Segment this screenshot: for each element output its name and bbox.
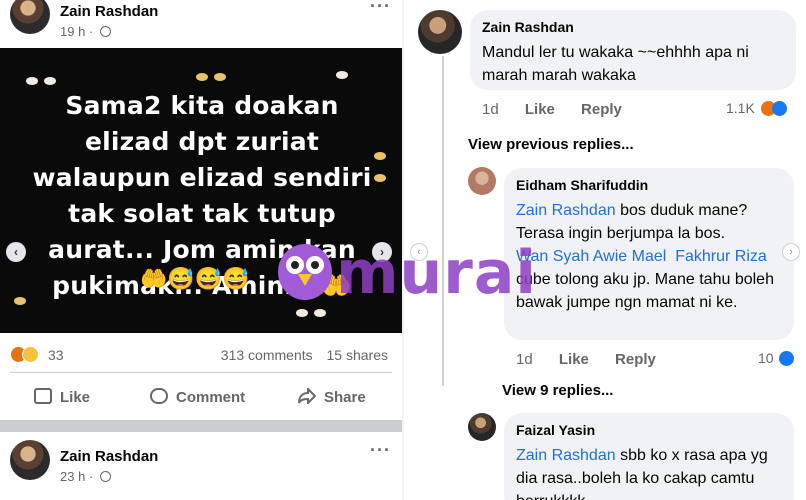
reaction-count[interactable]: 33: [48, 347, 64, 363]
commenter-avatar[interactable]: [418, 10, 462, 54]
comment-text-part: cube tolong aku jp. Mane tahu boleh bawa…: [516, 271, 774, 311]
haha-reaction-icon: [22, 346, 39, 363]
share-count[interactable]: 15 shares: [327, 347, 388, 363]
author-name[interactable]: Zain Rashdan: [60, 448, 158, 465]
comment-reactions[interactable]: 10: [758, 350, 795, 366]
post-time-label: 19 h ·: [60, 24, 94, 39]
mention-link[interactable]: Zain Rashdan: [516, 202, 616, 219]
comment-share-counts: 313 comments 15 shares: [221, 347, 388, 363]
bird-beak: [298, 274, 312, 286]
comment-bubble: Zain Rashdan Mandul ler tu wakaka ~~ehhh…: [470, 10, 796, 90]
eyes-emoji-icon: [336, 66, 354, 84]
comment-time[interactable]: 1d: [516, 351, 533, 368]
comment-bubble: Eidham Sharifuddin Zain Rashdan bos dudu…: [504, 168, 794, 340]
comment-label: Comment: [176, 389, 246, 406]
commenter-name[interactable]: Eidham Sharifuddin: [516, 177, 782, 193]
murai-watermark: murai: [278, 238, 536, 314]
comment-text: Mandul ler tu wakaka ~~ehhhh apa ni mara…: [482, 44, 749, 84]
mention-link[interactable]: Fakhrur Riza: [675, 248, 767, 265]
globe-icon: [99, 471, 111, 482]
post-time[interactable]: 23 h ·: [60, 469, 111, 484]
comment-text: Zain Rashdan bos duduk mane? Terasa ingi…: [516, 199, 782, 314]
post-header: Zain Rashdan 23 h · ···: [0, 436, 402, 484]
post-separator: [0, 420, 402, 432]
comment-reply-button[interactable]: Reply: [615, 351, 656, 368]
comment-reaction-count: 10: [758, 350, 774, 366]
divider: [10, 372, 392, 373]
post-actions: Like Comment Share: [0, 378, 402, 418]
globe-icon: [99, 26, 111, 37]
like-label: Like: [60, 389, 91, 406]
post-stats: 33 313 comments 15 shares: [0, 340, 402, 368]
mention-link[interactable]: Zain Rashdan: [516, 447, 616, 464]
commenter-name[interactable]: Zain Rashdan: [482, 19, 784, 35]
comment-reply-button[interactable]: Reply: [581, 101, 622, 118]
author-name[interactable]: Zain Rashdan: [60, 3, 158, 20]
share-button[interactable]: Share: [298, 386, 366, 406]
like-button[interactable]: Like: [34, 388, 90, 406]
prev-arrow-icon[interactable]: ‹: [6, 242, 26, 262]
view-more-replies-link[interactable]: View 9 replies...: [502, 382, 613, 399]
bird-logo-icon: [278, 244, 332, 300]
comment-like-button[interactable]: Like: [525, 101, 555, 118]
thumbs-up-icon: [34, 388, 52, 404]
emoji-row: 🤲😅😅😅: [140, 266, 250, 291]
watermark-text: murai: [336, 238, 537, 308]
comment-reaction-count: 1.1K: [726, 100, 755, 116]
more-options-icon[interactable]: ···: [370, 0, 391, 17]
comment-bubble: Faizal Yasin Zain Rashdan sbb ko x rasa …: [504, 413, 794, 500]
post-time-label: 23 h ·: [60, 469, 94, 484]
comment-icon: [150, 388, 168, 404]
comment-like-button[interactable]: Like: [559, 351, 589, 368]
comment-text: Zain Rashdan sbb ko x rasa apa yg dia ra…: [516, 444, 782, 500]
bird-eye: [306, 256, 324, 274]
comment-actions: 1d Like Reply: [516, 351, 678, 368]
eyes-emoji-icon: [196, 68, 232, 86]
share-label: Share: [324, 389, 366, 406]
post-header: Zain Rashdan 19 h · ···: [0, 0, 402, 46]
like-reaction-icon: [771, 101, 787, 116]
bird-eye: [286, 256, 304, 274]
comment-reactions[interactable]: 1.1K: [726, 100, 787, 116]
commenter-avatar[interactable]: [468, 167, 496, 195]
comment-time[interactable]: 1d: [482, 101, 499, 118]
comment-count[interactable]: 313 comments: [221, 347, 313, 363]
view-previous-replies-link[interactable]: View previous replies...: [468, 136, 634, 153]
commenter-name[interactable]: Faizal Yasin: [516, 422, 782, 438]
mention-link[interactable]: Wan Syah Awie Mael: [516, 248, 666, 265]
commenter-avatar[interactable]: [468, 413, 496, 441]
share-icon: [298, 386, 317, 406]
author-avatar[interactable]: [10, 0, 50, 34]
comment-button[interactable]: Comment: [150, 388, 245, 406]
post-time[interactable]: 19 h ·: [60, 24, 111, 39]
reaction-icons[interactable]: [10, 346, 39, 368]
more-options-icon[interactable]: ···: [370, 440, 391, 461]
thread-line: [442, 56, 444, 386]
author-avatar[interactable]: [10, 440, 50, 480]
comment-actions: 1d Like Reply: [482, 101, 644, 118]
like-reaction-icon: [779, 351, 795, 366]
next-arrow-icon[interactable]: ›: [782, 243, 800, 261]
